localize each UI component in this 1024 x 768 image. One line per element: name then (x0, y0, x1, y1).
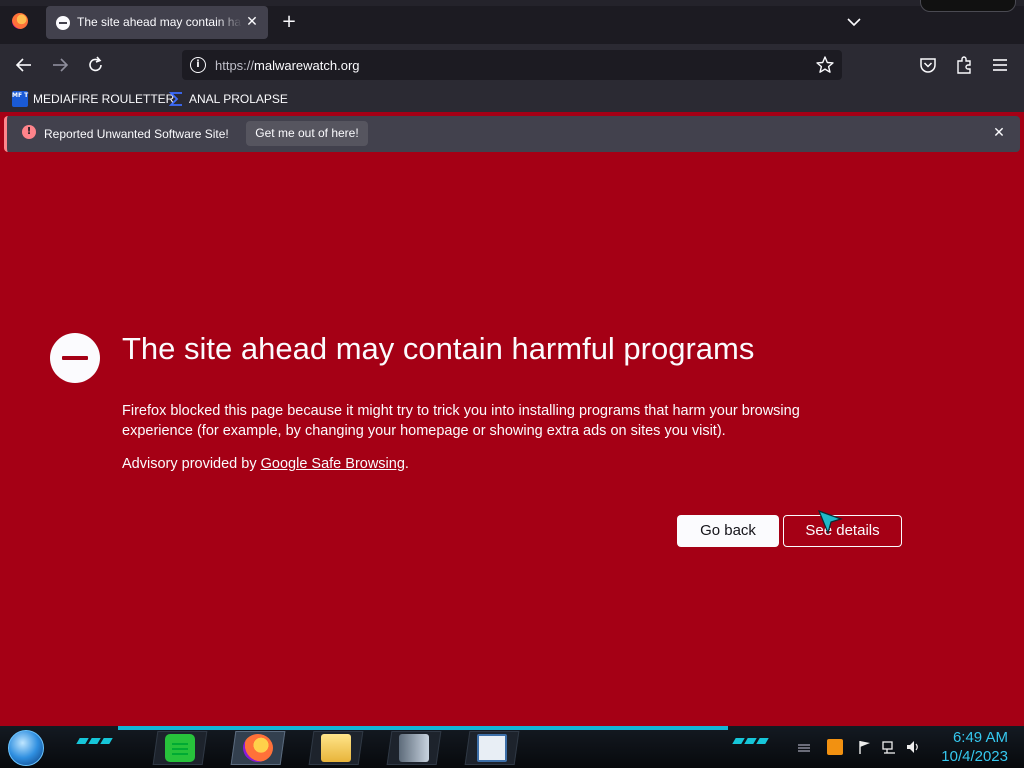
start-button[interactable] (8, 730, 44, 766)
mediafire-icon: MF T (12, 91, 28, 107)
show-hidden-icons-icon[interactable] (796, 739, 812, 755)
document-app-icon[interactable] (477, 734, 507, 762)
go-back-button[interactable]: Go back (677, 515, 779, 547)
clock-time: 6:49 AM (952, 729, 1008, 746)
volume-icon[interactable] (905, 739, 921, 755)
blocked-page: The site ahead may contain harmful progr… (0, 155, 1024, 726)
notification-message: Reported Unwanted Software Site! (44, 127, 229, 141)
tab-active[interactable]: The site ahead may contain harmful progr… (46, 6, 268, 39)
firefox-app-icon[interactable] (243, 734, 273, 762)
taskbar: 6:49 AM 10/4/2023 (0, 726, 1024, 768)
chevron-down-icon[interactable] (845, 14, 863, 30)
pocket-icon[interactable] (916, 54, 940, 76)
warning-icon: ! (22, 125, 36, 139)
device-app-icon[interactable] (399, 734, 429, 762)
bookmarks-toolbar: MF T MEDIAFIRE ROULETTER ANAL PROLAPSE (0, 86, 1024, 112)
tab-close-icon[interactable]: ✕ (244, 13, 260, 31)
taskbar-decoration (732, 738, 769, 746)
bookmark-second[interactable]: ANAL PROLAPSE (168, 90, 288, 108)
get-me-out-button[interactable]: Get me out of here! (246, 121, 368, 146)
bookmark-mediafire[interactable]: MF T MEDIAFIRE ROULETTER (12, 90, 174, 108)
bookmark-label: ANAL PROLAPSE (189, 92, 288, 106)
sigma-icon (168, 92, 182, 106)
blocked-icon (56, 16, 70, 30)
tab-title: The site ahead may contain harmful progr… (77, 15, 242, 29)
back-icon[interactable] (12, 54, 36, 76)
bookmark-label: MEDIAFIRE ROULETTER (33, 92, 175, 106)
window-decoration (920, 0, 1016, 12)
firefox-menu-icon[interactable] (12, 13, 28, 29)
new-tab-button[interactable]: + (279, 12, 299, 32)
advisory-text: Advisory provided by Google Safe Browsin… (122, 456, 409, 472)
network-icon[interactable] (881, 739, 897, 755)
bookmark-star-icon[interactable] (814, 54, 836, 76)
file-explorer-icon[interactable] (321, 734, 351, 762)
safe-browsing-link[interactable]: Google Safe Browsing (261, 456, 405, 472)
page-description: Firefox blocked this page because it mig… (122, 403, 800, 439)
url-text[interactable]: https://malwarewatch.org (215, 58, 360, 73)
clock-date: 10/4/2023 (941, 748, 1008, 765)
navigation-toolbar: i https://malwarewatch.org (0, 44, 1024, 86)
blocked-icon (50, 333, 100, 383)
notification-bar: ! Reported Unwanted Software Site! Get m… (4, 116, 1020, 152)
system-clock[interactable]: 6:49 AM 10/4/2023 (941, 728, 1008, 766)
close-icon[interactable]: ✕ (990, 124, 1008, 142)
menu-icon[interactable] (988, 54, 1012, 76)
site-info-icon[interactable]: i (190, 57, 206, 73)
forward-icon[interactable] (48, 54, 72, 76)
taskbar-accent (118, 726, 728, 730)
page-title: The site ahead may contain harmful progr… (122, 331, 755, 366)
mouse-cursor-icon (817, 509, 843, 535)
java-tray-icon[interactable] (827, 739, 843, 755)
taskbar-decoration (76, 738, 113, 746)
tab-strip: The site ahead may contain harmful progr… (0, 0, 1024, 44)
notes-app-icon[interactable] (165, 734, 195, 762)
url-bar[interactable]: i https://malwarewatch.org (182, 50, 842, 80)
extensions-icon[interactable] (952, 54, 976, 76)
action-center-flag-icon[interactable] (857, 739, 873, 755)
reload-icon[interactable] (84, 54, 108, 76)
